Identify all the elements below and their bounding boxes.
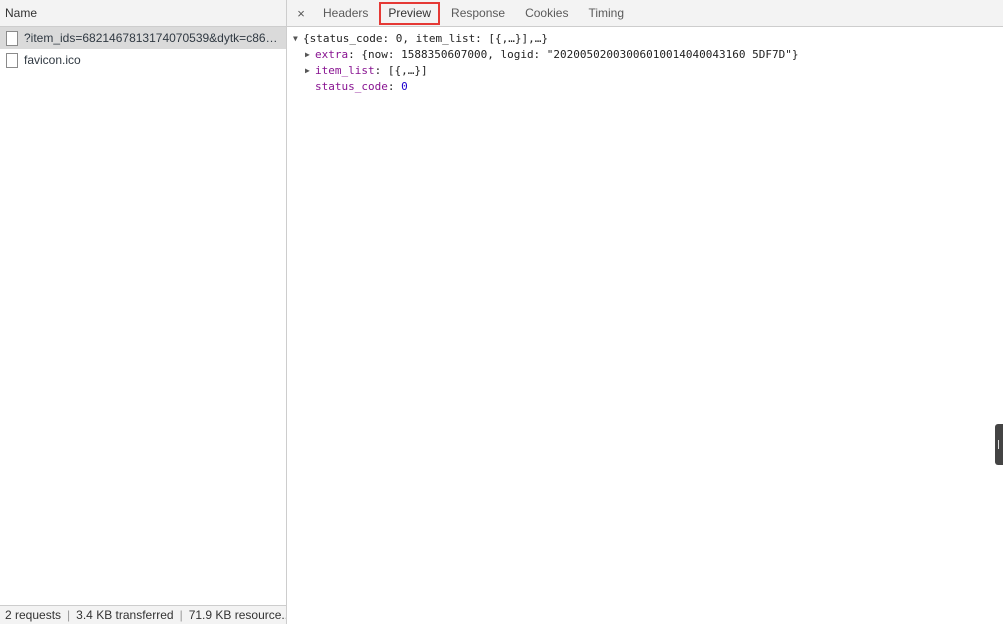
close-icon[interactable]: × <box>289 6 313 21</box>
json-root-line[interactable]: ▼ {status_code: 0, item_list: [{,…}],…} <box>293 31 1003 47</box>
json-key: item_list <box>315 64 375 77</box>
tab-response[interactable]: Response <box>441 0 515 27</box>
name-header-label: Name <box>5 6 38 20</box>
json-extra-value: {now: 1588350607000, logid: "20200502003… <box>361 48 799 61</box>
request-count: 2 requests <box>5 608 62 622</box>
json-preview: ▼ {status_code: 0, item_list: [{,…}],…} … <box>287 27 1003 95</box>
document-icon <box>6 30 18 46</box>
tab-timing[interactable]: Timing <box>578 0 634 27</box>
json-key: status_code <box>315 80 388 93</box>
request-name: favicon.ico <box>24 53 81 67</box>
request-name: ?item_ids=6821467813174070539&dytk=c864.… <box>24 31 282 45</box>
drawer-handle[interactable] <box>995 424 1003 465</box>
json-status-code-value: 0 <box>401 80 408 93</box>
json-key: extra <box>315 48 349 61</box>
tab-preview[interactable]: Preview <box>378 0 441 27</box>
json-root-summary: {status_code: 0, item_list: [{,…}],…} <box>303 32 549 45</box>
json-status-code-line: status_code: 0 <box>315 80 408 93</box>
request-list-panel: Name ?item_ids=6821467813174070539&dytk=… <box>0 0 286 624</box>
resource-size: 71.9 KB resource... <box>188 608 286 622</box>
network-summary: 2 requests | 3.4 KB transferred | 71.9 K… <box>0 605 286 624</box>
json-item-list-value: [{,…}] <box>387 64 428 77</box>
transferred-size: 3.4 KB transferred <box>76 608 174 622</box>
collapsed-triangle-icon[interactable]: ▶ <box>305 47 315 63</box>
json-item-list-line[interactable]: ▶ item_list: [{,…}] <box>293 63 1003 79</box>
json-extra-line[interactable]: ▶ extra: {now: 1588350607000, logid: "20… <box>293 47 1003 63</box>
request-row[interactable]: favicon.ico <box>0 49 286 71</box>
detail-tabbar: × Headers Preview Response Cookies Timin… <box>287 0 1003 27</box>
collapsed-triangle-icon[interactable]: ▶ <box>305 63 315 79</box>
document-icon <box>6 52 18 68</box>
separator: | <box>179 608 183 622</box>
tab-cookies[interactable]: Cookies <box>515 0 578 27</box>
name-column-header[interactable]: Name <box>0 0 286 27</box>
request-detail-panel: × Headers Preview Response Cookies Timin… <box>287 0 1003 624</box>
request-row[interactable]: ?item_ids=6821467813174070539&dytk=c864.… <box>0 27 286 49</box>
separator: | <box>67 608 71 622</box>
tab-headers[interactable]: Headers <box>313 0 378 27</box>
expanded-triangle-icon[interactable]: ▼ <box>293 31 303 47</box>
